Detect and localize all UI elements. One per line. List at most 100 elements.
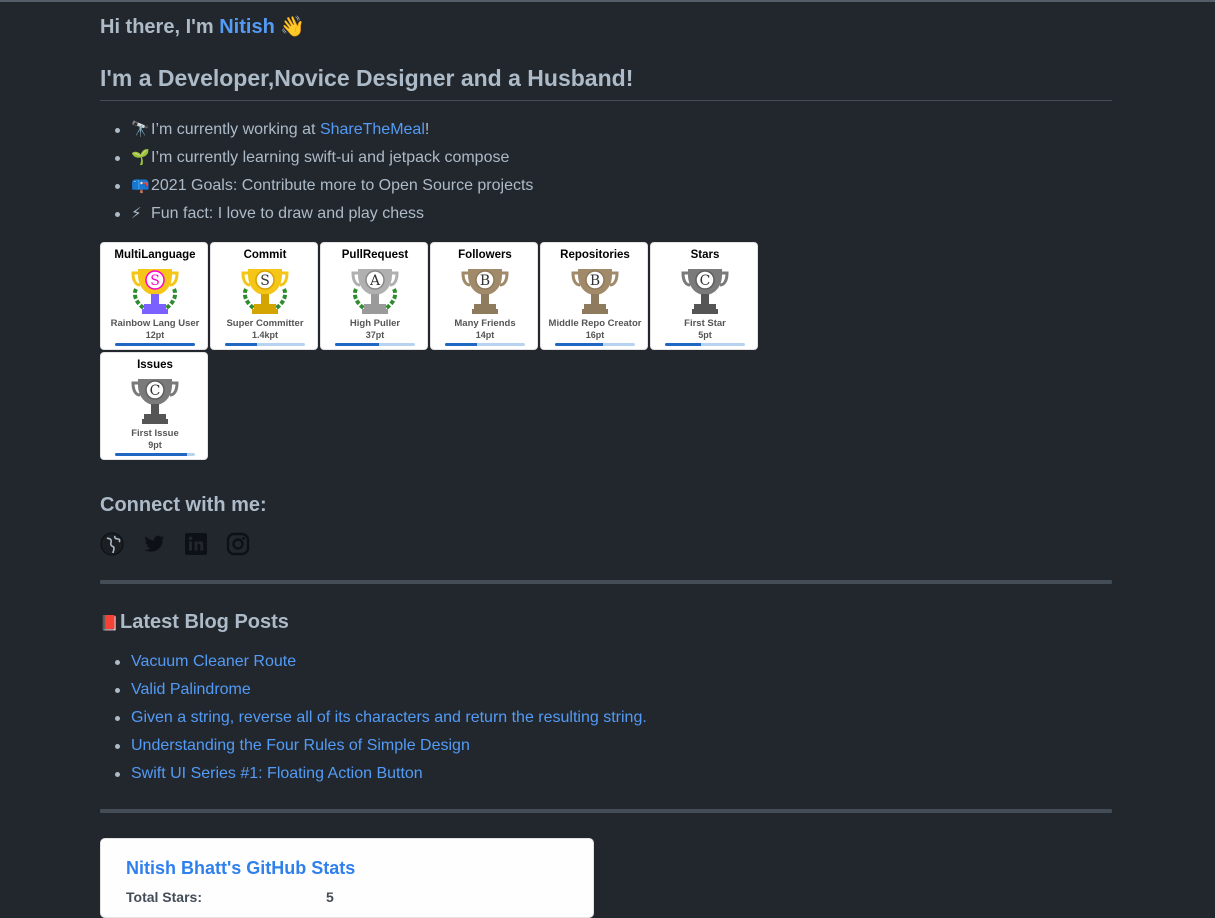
greeting-heading: Hi there, I'm Nitish 👋 (100, 14, 305, 39)
github-stats-card[interactable]: Nitish Bhatt's GitHub Stats Total Stars:… (100, 838, 594, 918)
trophy-rank-letter: C (150, 383, 161, 399)
trophy-caption: High Puller (349, 318, 401, 329)
trophy-rank-letter: B (590, 273, 600, 289)
telescope-icon: 🔭 (131, 121, 150, 138)
working-prefix: I’m currently working at (151, 121, 320, 138)
greeting-prefix: Hi there, I'm (100, 16, 220, 38)
stats-card-title: Nitish Bhatt's GitHub Stats (126, 858, 356, 878)
blog-heading-text: Latest Blog Posts (120, 611, 289, 633)
mailbox-icon: 📪 (131, 177, 150, 194)
book-icon: 📕 (100, 615, 119, 632)
trophy-points: 1.4kpt (251, 330, 278, 340)
blog-post-item: Vacuum Cleaner Route (115, 650, 647, 678)
trophy-cup-icon: A (350, 263, 400, 317)
blog-post-item: Swift UI Series #1: Floating Action Butt… (115, 762, 647, 790)
trophy-cup-icon: C (680, 263, 730, 317)
trophy-progress-fill (445, 343, 477, 346)
trophy-rank-letter: S (150, 273, 160, 289)
trophy-multilanguage: MultiLanguage S Rainbow Lang User 12pt (100, 242, 208, 350)
trophy-pullrequest: PullRequest A High Puller 37pt (320, 242, 428, 350)
trophy-points: 14pt (475, 330, 495, 340)
window-top-border (0, 0, 1215, 2)
list-item-learning: 🌱I’m currently learning swift-ui and jet… (114, 146, 533, 174)
goals-text: 2021 Goals: Contribute more to Open Sour… (151, 177, 534, 194)
connect-heading: Connect with me: (100, 494, 267, 516)
trophy-stars: Stars C First Star 5pt (650, 242, 758, 350)
about-list: 🔭I’m currently working at ShareTheMeal! … (114, 118, 534, 230)
fact-text: Fun fact: I love to draw and play chess (151, 205, 425, 222)
trophy-issues: Issues C First Issue 9pt (100, 352, 208, 460)
trophy-caption: First Issue (131, 428, 179, 439)
trophy-caption: Middle Repo Creator (548, 318, 642, 329)
lightning-icon: ⚡ (131, 205, 142, 222)
trophy-title: MultiLanguage (114, 249, 196, 261)
trophy-points: 12pt (145, 330, 165, 340)
trophy-cup-icon: B (570, 263, 620, 317)
trophy-progress-fill (665, 343, 701, 346)
trophy-points: 9pt (148, 440, 162, 450)
instagram-icon[interactable] (226, 532, 250, 556)
trophy-points: 5pt (698, 330, 712, 340)
twitter-icon[interactable] (142, 532, 166, 556)
trophy-progress-bar (555, 343, 635, 346)
trophy-title: PullRequest (341, 249, 409, 261)
stats-row-value: 5 (326, 889, 334, 905)
linkedin-icon[interactable] (184, 532, 208, 556)
trophy-progress-bar (445, 343, 525, 346)
trophy-points: 37pt (365, 330, 385, 340)
trophy-progress-fill (225, 343, 257, 346)
blog-post-link[interactable]: Valid Palindrome (131, 681, 251, 698)
trophy-commit: Commit S Super Committer 1.4kpt (210, 242, 318, 350)
section-divider-1 (100, 580, 1112, 584)
blog-post-item: Valid Palindrome (115, 678, 647, 706)
blog-post-link[interactable]: Understanding the Four Rules of Simple D… (131, 737, 470, 754)
role-heading: I'm a Developer,Novice Designer and a Hu… (100, 65, 1112, 101)
stats-row-label: Total Stars: (126, 889, 202, 905)
working-suffix: ! (424, 121, 430, 138)
trophy-rank-letter: A (369, 273, 381, 289)
trophy-followers: Followers B Many Friends 14pt (430, 242, 538, 350)
learning-text: I’m currently learning swift-ui and jetp… (151, 149, 510, 166)
name-highlight: Nitish (219, 16, 275, 38)
trophy-cup-icon: S (240, 263, 290, 317)
wave-emoji: 👋 (280, 16, 306, 38)
trophy-caption: Many Friends (454, 318, 516, 329)
trophy-rank-letter: C (700, 273, 711, 289)
trophy-progress-bar (115, 453, 195, 456)
trophy-progress-bar (335, 343, 415, 346)
seedling-icon: 🌱 (131, 149, 150, 166)
trophy-title: Repositories (560, 249, 630, 261)
trophy-points: 16pt (585, 330, 605, 340)
blog-post-link[interactable]: Given a string, reverse all of its chara… (131, 709, 647, 726)
trophy-progress-fill (335, 343, 379, 346)
trophy-rank-letter: S (260, 273, 270, 289)
list-item-working: 🔭I’m currently working at ShareTheMeal! (114, 118, 533, 146)
blog-post-item: Understanding the Four Rules of Simple D… (115, 734, 647, 762)
blog-post-link[interactable]: Vacuum Cleaner Route (131, 653, 296, 670)
sharethemeal-link[interactable]: ShareTheMeal (320, 121, 425, 138)
trophy-title: Followers (458, 249, 512, 261)
trophy-cup-icon: S (130, 263, 180, 317)
trophy-progress-bar (115, 343, 195, 346)
trophy-progress-fill (115, 453, 187, 456)
blog-heading: 📕Latest Blog Posts (100, 611, 289, 634)
trophy-title: Commit (243, 249, 287, 261)
blog-post-list: Vacuum Cleaner Route Valid Palindrome Gi… (115, 650, 647, 790)
blog-post-link[interactable]: Swift UI Series #1: Floating Action Butt… (131, 765, 423, 782)
trophy-title: Issues (137, 359, 173, 371)
trophy-title: Stars (690, 249, 720, 261)
trophy-repositories: Repositories B Middle Repo Creator 16pt (540, 242, 648, 350)
trophy-progress-bar (225, 343, 305, 346)
section-divider-2 (100, 809, 1112, 813)
trophy-progress-fill (115, 343, 195, 346)
trophy-caption: First Star (684, 318, 726, 329)
trophy-rank-letter: B (480, 273, 490, 289)
trophy-progress-fill (555, 343, 603, 346)
trophy-caption: Super Committer (226, 318, 304, 329)
blog-post-item: Given a string, reverse all of its chara… (115, 706, 647, 734)
trophy-progress-bar (665, 343, 745, 346)
trophy-caption: Rainbow Lang User (110, 318, 200, 329)
globe-icon[interactable] (100, 532, 124, 556)
list-item-fact: ⚡ Fun fact: I love to draw and play chess (114, 202, 533, 230)
list-item-goals: 📪2021 Goals: Contribute more to Open Sou… (114, 174, 534, 202)
